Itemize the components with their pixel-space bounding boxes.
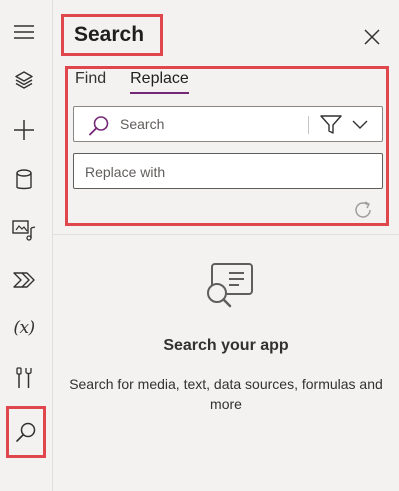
close-icon — [364, 29, 380, 45]
power-automate-icon — [13, 272, 35, 288]
left-rail: (x) — [0, 0, 53, 491]
search-icon — [89, 116, 109, 136]
layers-icon — [15, 71, 33, 89]
rail-insert-button[interactable] — [4, 110, 44, 150]
replace-input[interactable]: Replace with — [73, 153, 383, 189]
search-input[interactable]: Search — [73, 106, 383, 142]
plus-icon — [14, 120, 34, 140]
panel-title-highlight: Search — [61, 14, 163, 56]
filter-dropdown-button[interactable] — [320, 113, 376, 137]
empty-state-description: Search for media, text, data sources, fo… — [53, 374, 399, 414]
rail-tree-view-button[interactable] — [4, 60, 44, 100]
find-replace-tabs: Find Replace — [75, 70, 213, 94]
empty-state-title: Search your app — [163, 337, 289, 354]
filter-icon — [320, 115, 342, 134]
search-document-icon — [207, 263, 253, 308]
panel-title: Search — [74, 23, 145, 46]
search-placeholder: Search — [120, 116, 165, 132]
rail-data-button[interactable] — [4, 160, 44, 200]
search-document-icon — [203, 262, 257, 310]
replace-placeholder: Replace with — [85, 164, 166, 180]
variables-icon: (x) — [13, 318, 35, 338]
refresh-icon — [355, 201, 371, 218]
rail-search-button[interactable] — [6, 406, 46, 458]
search-icon — [16, 422, 36, 442]
rail-power-automate-button[interactable] — [4, 260, 44, 300]
tools-icon — [16, 367, 32, 388]
rail-advanced-tools-button[interactable] — [4, 358, 44, 398]
close-button[interactable] — [359, 24, 385, 50]
tab-replace[interactable]: Replace — [130, 70, 189, 94]
rail-media-button[interactable] — [4, 210, 44, 250]
search-field-icon-wrap — [88, 115, 110, 137]
rail-variables-button[interactable]: (x) — [4, 308, 44, 348]
chevron-down-icon — [352, 120, 368, 129]
media-icon — [12, 220, 36, 241]
database-icon — [16, 169, 32, 190]
empty-state-description-line-1: Search for media, text, data sources, fo… — [69, 376, 383, 392]
empty-state-description-line-2: more — [210, 396, 242, 412]
rail-menu-button[interactable] — [4, 12, 44, 52]
app-window: (x) Search Find Replace Search Replace w… — [0, 0, 399, 491]
search-field-separator — [308, 116, 309, 134]
tab-find[interactable]: Find — [75, 70, 106, 94]
panel-divider — [53, 234, 399, 235]
hamburger-icon — [14, 25, 34, 39]
refresh-button[interactable] — [351, 198, 375, 222]
search-panel: Search Find Replace Search Replace with … — [53, 0, 399, 491]
